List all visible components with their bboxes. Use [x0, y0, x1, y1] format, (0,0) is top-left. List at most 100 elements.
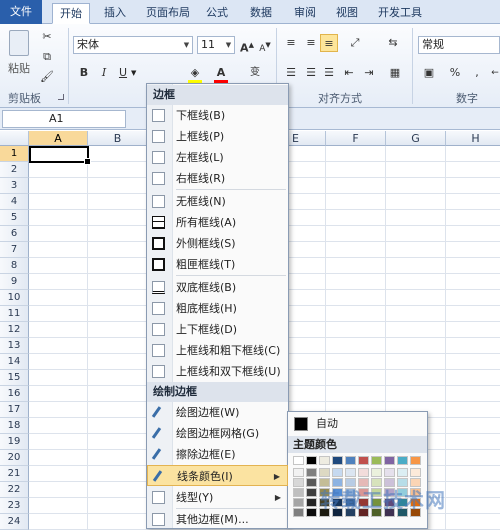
cut-icon[interactable]: ✂ — [38, 28, 56, 46]
currency-format-icon[interactable]: ▣ — [420, 64, 438, 82]
row-header-2[interactable]: 2 — [0, 162, 29, 178]
row-header-1[interactable]: 1 — [0, 146, 29, 162]
row-header-6[interactable]: 6 — [0, 226, 29, 242]
row-header-5[interactable]: 5 — [0, 210, 29, 226]
column-header-f[interactable]: F — [326, 131, 386, 146]
shade-0-color-swatch-5[interactable] — [358, 468, 369, 477]
merge-center-icon[interactable]: ▦ — [386, 64, 404, 82]
row-header-24[interactable]: 24 — [0, 514, 29, 530]
name-box[interactable]: A1 — [2, 110, 126, 128]
align-left-icon[interactable]: ☰ — [282, 64, 300, 82]
paste-button[interactable]: 粘贴 — [4, 28, 34, 84]
shade-4-color-swatch-1[interactable] — [306, 508, 317, 517]
column-header-g[interactable]: G — [386, 131, 446, 146]
percent-style-button[interactable]: % — [446, 64, 464, 82]
theme-color-swatch-1[interactable] — [306, 456, 317, 465]
row-header-18[interactable]: 18 — [0, 418, 29, 434]
menu-item-no-border[interactable]: 无框线(N) — [147, 191, 288, 212]
format-painter-icon[interactable]: 🖌 — [38, 68, 56, 86]
tab-3[interactable]: 页面布局 — [140, 3, 196, 24]
font-size-combo[interactable]: 11 ▼ — [197, 36, 235, 54]
menu-item-all-borders[interactable]: 所有框线(A) — [147, 212, 288, 233]
row-header-10[interactable]: 10 — [0, 290, 29, 306]
phonetic-guide-icon[interactable]: 变 — [246, 64, 264, 82]
align-center-icon[interactable]: ☰ — [302, 64, 320, 82]
font-name-combo[interactable]: 宋体 ▼ — [73, 36, 193, 54]
menu-item-line-style[interactable]: 线型(Y) ▶ — [147, 487, 288, 508]
align-middle-icon[interactable]: ≡ — [302, 34, 320, 52]
number-format-combo[interactable]: 常规 — [418, 36, 500, 54]
shade-0-color-swatch-6[interactable] — [371, 468, 382, 477]
wrap-text-icon[interactable]: ⇆ — [384, 34, 402, 52]
italic-button[interactable]: I — [95, 64, 113, 82]
comma-style-button[interactable]: , — [468, 64, 486, 82]
shade-3-color-swatch-1[interactable] — [306, 498, 317, 507]
active-cell-a1[interactable] — [29, 146, 91, 165]
row-header-4[interactable]: 4 — [0, 194, 29, 210]
shade-0-color-swatch-0[interactable] — [293, 468, 304, 477]
row-header-7[interactable]: 7 — [0, 242, 29, 258]
row-header-23[interactable]: 23 — [0, 498, 29, 514]
theme-color-swatch-0[interactable] — [293, 456, 304, 465]
menu-item-top-thick-bottom-border[interactable]: 上框线和粗下框线(C) — [147, 340, 288, 361]
menu-item-bottom-border[interactable]: 下框线(B) — [147, 105, 288, 126]
menu-item-double-bottom-border[interactable]: 双底框线(B) — [147, 277, 288, 298]
shade-1-color-swatch-0[interactable] — [293, 478, 304, 487]
row-header-16[interactable]: 16 — [0, 386, 29, 402]
tab-1[interactable]: 开始 — [52, 3, 90, 24]
menu-item-thick-box-border[interactable]: 粗匣框线(T) — [147, 254, 288, 275]
theme-color-swatch-2[interactable] — [319, 456, 330, 465]
menu-item-draw-border-grid[interactable]: 绘图边框网格(G) — [147, 423, 288, 444]
row-header-8[interactable]: 8 — [0, 258, 29, 274]
tab-2[interactable]: 插入 — [98, 3, 132, 24]
automatic-color-option[interactable]: 自动 — [290, 414, 425, 434]
bold-button[interactable]: B — [75, 64, 93, 82]
increase-indent-icon[interactable]: ⇥ — [360, 64, 378, 82]
underline-dropdown-icon[interactable]: ▼ — [131, 69, 136, 77]
column-header-b[interactable]: B — [88, 131, 148, 146]
theme-color-swatch-9[interactable] — [410, 456, 421, 465]
row-header-12[interactable]: 12 — [0, 322, 29, 338]
align-top-icon[interactable]: ≡ — [282, 34, 300, 52]
column-header-a[interactable]: A — [29, 131, 88, 146]
menu-item-line-color[interactable]: 线条颜色(I) ▶ — [147, 465, 288, 486]
dialog-launcher-icon[interactable] — [58, 94, 64, 100]
shade-3-color-swatch-0[interactable] — [293, 498, 304, 507]
increase-font-size-icon[interactable]: A▲ — [238, 36, 256, 55]
column-header-h[interactable]: H — [446, 131, 500, 146]
tab-0[interactable]: 文件 — [0, 0, 42, 24]
menu-item-top-bottom-border[interactable]: 上下框线(D) — [147, 319, 288, 340]
row-header-15[interactable]: 15 — [0, 370, 29, 386]
row-header-9[interactable]: 9 — [0, 274, 29, 290]
align-bottom-icon[interactable]: ≡ — [320, 34, 338, 52]
tab-8[interactable]: 开发工具 — [372, 3, 428, 24]
menu-item-top-border[interactable]: 上框线(P) — [147, 126, 288, 147]
tab-4[interactable]: 公式 — [200, 3, 234, 24]
menu-item-left-border[interactable]: 左框线(L) — [147, 147, 288, 168]
shade-0-color-swatch-8[interactable] — [397, 468, 408, 477]
row-header-22[interactable]: 22 — [0, 482, 29, 498]
menu-item-draw-border[interactable]: 绘图边框(W) — [147, 402, 288, 423]
text-orientation-icon[interactable]: ⤢ — [346, 34, 364, 52]
shade-2-color-swatch-1[interactable] — [306, 488, 317, 497]
align-right-icon[interactable]: ☰ — [320, 64, 338, 82]
menu-item-thick-bottom-border[interactable]: 粗底框线(H) — [147, 298, 288, 319]
tab-5[interactable]: 数据 — [244, 3, 278, 24]
theme-color-swatch-8[interactable] — [397, 456, 408, 465]
theme-color-swatch-4[interactable] — [345, 456, 356, 465]
menu-item-outside-borders[interactable]: 外侧框线(S) — [147, 233, 288, 254]
row-header-3[interactable]: 3 — [0, 178, 29, 194]
row-header-17[interactable]: 17 — [0, 402, 29, 418]
shade-4-color-swatch-0[interactable] — [293, 508, 304, 517]
menu-item-eraser[interactable]: 擦除边框(E) — [147, 444, 288, 465]
shade-0-color-swatch-2[interactable] — [319, 468, 330, 477]
shade-0-color-swatch-3[interactable] — [332, 468, 343, 477]
theme-color-swatch-6[interactable] — [371, 456, 382, 465]
shade-1-color-swatch-1[interactable] — [306, 478, 317, 487]
theme-color-swatch-5[interactable] — [358, 456, 369, 465]
menu-item-more-borders[interactable]: 其他边框(M)... — [147, 509, 288, 530]
row-header-20[interactable]: 20 — [0, 450, 29, 466]
select-all-corner[interactable] — [0, 131, 29, 146]
increase-decimal-icon[interactable]: ← — [486, 64, 500, 82]
shade-2-color-swatch-0[interactable] — [293, 488, 304, 497]
